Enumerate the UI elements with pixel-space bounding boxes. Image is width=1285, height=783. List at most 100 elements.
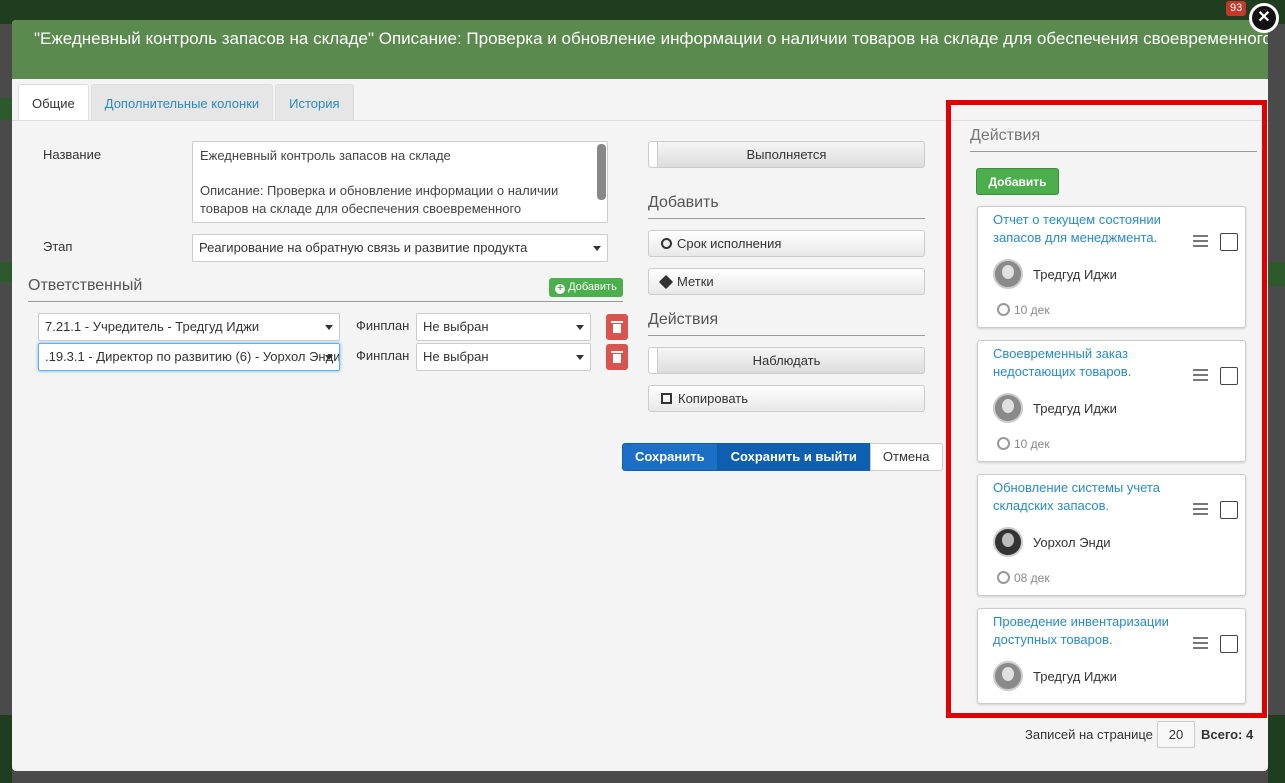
finplan-select-2[interactable]: Не выбран bbox=[416, 343, 591, 371]
name-label: Название bbox=[43, 147, 102, 162]
deadline-label: Срок исполнения bbox=[677, 236, 782, 251]
action-card-checkbox[interactable] bbox=[1220, 501, 1238, 519]
background-right-strip bbox=[1268, 262, 1285, 286]
deadline-button[interactable]: Срок исполнения bbox=[648, 230, 925, 257]
tag-icon bbox=[658, 274, 674, 290]
action-card-person: Тредгуд Иджи bbox=[1033, 401, 1117, 416]
tags-label: Метки bbox=[677, 274, 714, 289]
action-card-person: Уорхол Энди bbox=[1033, 535, 1111, 550]
chevron-down-icon bbox=[576, 355, 584, 360]
stage-select[interactable]: Реагирование на обратную связь и развити… bbox=[192, 234, 608, 262]
add-responsible-label: Добавить bbox=[568, 281, 617, 293]
clock-icon bbox=[997, 571, 1010, 584]
copy-button[interactable]: Копировать bbox=[648, 385, 925, 412]
action-card-person: Тредгуд Иджи bbox=[1033, 267, 1117, 282]
notification-badge: 93 bbox=[1226, 1, 1247, 16]
action-card-date: 08 дек bbox=[997, 571, 1050, 585]
stage-value: Реагирование на обратную связь и развити… bbox=[199, 240, 528, 255]
trash-icon bbox=[611, 351, 623, 363]
save-and-exit-button[interactable]: Сохранить и выйти bbox=[717, 443, 870, 471]
chevron-down-icon bbox=[325, 325, 333, 330]
actions-section-divider bbox=[648, 335, 925, 336]
clock-icon bbox=[997, 437, 1010, 450]
total-count: Всего: 4 bbox=[1201, 727, 1254, 742]
tab-bar: Общие Дополнительные колонки История bbox=[18, 84, 354, 121]
textarea-scrollbar[interactable] bbox=[597, 144, 606, 200]
action-card-checkbox[interactable] bbox=[1220, 635, 1238, 653]
per-page-select[interactable]: 20 bbox=[1157, 721, 1195, 748]
action-card-date: 10 дек bbox=[997, 303, 1050, 317]
settings-sliders-icon[interactable] bbox=[1193, 235, 1208, 247]
chevron-down-icon bbox=[593, 246, 601, 251]
add-responsible-button[interactable]: + Добавить bbox=[549, 278, 623, 297]
actions-panel-title: Действия bbox=[970, 127, 1041, 144]
save-button-group: Сохранить Сохранить и выйти Отмена bbox=[622, 443, 943, 471]
copy-label: Копировать bbox=[678, 391, 748, 406]
name-line-2: Описание: Проверка и обновление информац… bbox=[200, 183, 559, 198]
delete-responsible-button-1[interactable] bbox=[606, 314, 628, 340]
tab-history[interactable]: История bbox=[275, 84, 354, 121]
settings-sliders-icon[interactable] bbox=[1193, 637, 1208, 649]
name-line-3: товаров на складе для обеспечения своевр… bbox=[200, 201, 522, 222]
stage-label: Этап bbox=[43, 239, 73, 254]
finplan-select-1[interactable]: Не выбран bbox=[416, 313, 591, 341]
action-card-title[interactable]: Своевременный заказ недостающих товаров. bbox=[993, 345, 1193, 381]
action-card-title[interactable]: Проведение инвентаризации доступных това… bbox=[993, 613, 1193, 649]
trash-icon bbox=[611, 321, 623, 333]
action-card-title[interactable]: Обновление системы учета складских запас… bbox=[993, 479, 1193, 515]
action-card-date-text: 10 дек bbox=[1014, 303, 1050, 317]
action-card-date-text: 08 дек bbox=[1014, 571, 1050, 585]
name-line-1: Ежедневный контроль запасов на складе bbox=[200, 148, 451, 163]
delete-responsible-button-2[interactable] bbox=[606, 344, 628, 370]
chevron-down-icon bbox=[576, 325, 584, 330]
action-card-date: 10 дек bbox=[997, 437, 1050, 451]
finplan-value-2: Не выбран bbox=[423, 349, 489, 364]
action-card: Своевременный заказ недостающих товаров.… bbox=[977, 340, 1246, 462]
cancel-button[interactable]: Отмена bbox=[869, 443, 943, 471]
actions-panel-divider bbox=[970, 151, 1257, 152]
action-card: Обновление системы учета складских запас… bbox=[977, 474, 1246, 596]
close-icon[interactable]: ✕ bbox=[1249, 3, 1279, 33]
finplan-label-2: Финплан bbox=[356, 348, 410, 363]
modal-title: "Ежедневный контроль запасов на складе" … bbox=[34, 29, 1268, 48]
actions-section-title: Действия bbox=[648, 311, 719, 328]
action-card: Проведение инвентаризации доступных това… bbox=[977, 608, 1246, 704]
responsible-person-select-1[interactable]: 7.21.1 - Учредитель - Тредгуд Иджи bbox=[38, 313, 340, 341]
action-card-checkbox[interactable] bbox=[1220, 367, 1238, 385]
responsible-person-select-2[interactable]: .19.3.1 - Директор по развитию (6) - Уор… bbox=[38, 343, 340, 371]
avatar bbox=[993, 393, 1023, 423]
tags-button[interactable]: Метки bbox=[648, 268, 925, 295]
name-textarea[interactable]: Ежедневный контроль запасов на складе Оп… bbox=[192, 141, 608, 223]
save-button[interactable]: Сохранить bbox=[622, 443, 718, 471]
avatar bbox=[993, 259, 1023, 289]
background-left-strip-2 bbox=[0, 262, 12, 282]
background-left-footer bbox=[0, 715, 12, 783]
modal-header: "Ежедневный контроль запасов на складе" … bbox=[12, 20, 1268, 79]
avatar bbox=[993, 661, 1023, 691]
plus-icon: + bbox=[555, 284, 566, 294]
responsible-person-2: .19.3.1 - Директор по развитию (6) - Уор… bbox=[45, 349, 340, 364]
settings-sliders-icon[interactable] bbox=[1193, 369, 1208, 381]
settings-sliders-icon[interactable] bbox=[1193, 503, 1208, 515]
responsible-title: Ответственный bbox=[28, 277, 143, 294]
add-section-title: Добавить bbox=[648, 194, 719, 211]
tab-extra-columns[interactable]: Дополнительные колонки bbox=[90, 84, 274, 121]
background-left-strip bbox=[0, 98, 12, 120]
avatar bbox=[993, 527, 1023, 557]
action-card-title[interactable]: Отчет о текущем состоянии запасов для ме… bbox=[993, 211, 1193, 247]
per-page-label: Записей на странице bbox=[1025, 727, 1153, 742]
responsible-person-1: 7.21.1 - Учредитель - Тредгуд Иджи bbox=[45, 319, 260, 334]
finplan-value-1: Не выбран bbox=[423, 319, 489, 334]
add-section-divider bbox=[648, 218, 925, 219]
status-button[interactable]: Выполняется bbox=[648, 141, 925, 168]
background-right-footer bbox=[1268, 715, 1285, 783]
action-card-person: Тредгуд Иджи bbox=[1033, 669, 1117, 684]
tab-divider bbox=[12, 120, 1268, 121]
action-card-date-text: 10 дек bbox=[1014, 437, 1050, 451]
tab-general[interactable]: Общие bbox=[18, 84, 89, 121]
clock-icon bbox=[661, 238, 672, 249]
action-card: Отчет о текущем состоянии запасов для ме… bbox=[977, 206, 1246, 328]
action-card-checkbox[interactable] bbox=[1220, 233, 1238, 251]
watch-button[interactable]: Наблюдать bbox=[648, 347, 925, 374]
add-action-button[interactable]: Добавить bbox=[976, 168, 1059, 195]
